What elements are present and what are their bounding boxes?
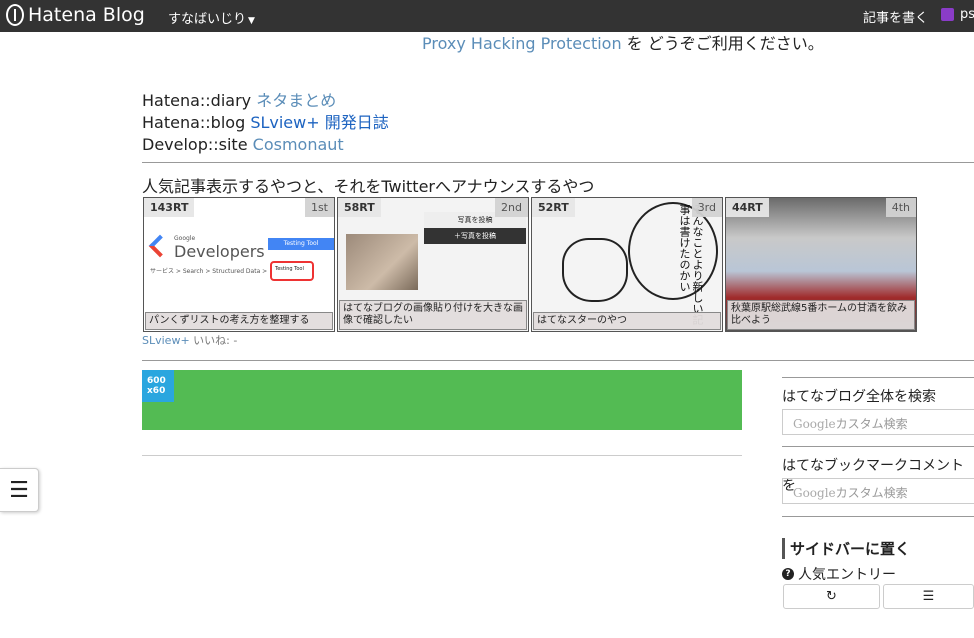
list-icon: ☰: [922, 589, 935, 604]
card-caption: はてなスターのやつ: [533, 312, 721, 330]
popular-entries-label: 人気エントリー: [798, 567, 896, 583]
refresh-icon: ↻: [826, 589, 837, 604]
popular-section-title: 人気記事表示するやつと、それをTwitterへアナウンスするやつ: [142, 177, 595, 196]
card-caption: 秋葉原駅総武線5番ホームの甘酒を飲み比べよう: [727, 300, 915, 330]
write-article-link[interactable]: 記事を書く: [863, 7, 928, 26]
highlight-box: Testing Tool: [270, 261, 314, 281]
divider: [782, 446, 974, 447]
brand-text: Hatena Blog: [28, 4, 145, 26]
thumb-text: サービス > Search > Structured Data >: [150, 268, 268, 275]
slview-footer: SLview+ いいね: -: [142, 332, 237, 348]
site-links: Hatena::diary ネタまとめ Hatena::blog SLview+…: [142, 90, 389, 156]
user-menu[interactable]: ps: [941, 7, 974, 22]
thumb-text: Testing Tool: [268, 238, 334, 250]
sidebar-place-heading: サイドバーに置く: [782, 538, 910, 559]
bookmark-search-input[interactable]: Googleカスタム検索: [782, 478, 974, 504]
divider: [782, 377, 974, 378]
rt-count: 143RT: [144, 198, 195, 217]
popular-card[interactable]: 写真を投稿 ＋写真を投稿 58RT 2nd はてなブログの画像貼り付けを大きな画…: [337, 197, 529, 332]
search-all-title: はてなブログ全体を検索: [782, 389, 936, 405]
rt-count: 52RT: [532, 198, 575, 217]
question-icon: ?: [782, 568, 794, 580]
notice-text: を どうぞご利用ください。: [621, 34, 824, 53]
hatena-logo-icon: [6, 4, 24, 26]
likes-text: いいね: -: [189, 334, 238, 347]
thumb-text: Developers: [174, 242, 265, 261]
divider: [142, 455, 742, 456]
blog-name: すなばいじり: [168, 12, 247, 27]
rank-label: 4th: [885, 198, 916, 217]
link-prefix: Develop::site: [142, 135, 253, 154]
google-brand: Google: [793, 486, 836, 500]
rt-count: 44RT: [726, 198, 769, 217]
neta-matome-link[interactable]: ネタまとめ: [256, 91, 336, 110]
link-row-blog: Hatena::blog SLview+ 開発日誌: [142, 112, 389, 134]
link-row-site: Develop::site Cosmonaut: [142, 134, 389, 156]
divider: [782, 516, 974, 517]
divider: [142, 162, 974, 163]
ad-size-height: x60: [147, 386, 166, 396]
manga-face: [562, 238, 628, 302]
card-caption: パンくずリストの考え方を整理する: [145, 312, 333, 330]
rank-label: 3rd: [691, 198, 722, 217]
cosmonaut-link[interactable]: Cosmonaut: [253, 135, 344, 154]
hamburger-menu-button[interactable]: ☰: [0, 468, 39, 512]
hamburger-menu-icon: ☰: [9, 477, 29, 503]
refresh-button[interactable]: ↻: [783, 584, 880, 609]
ad-size-width: 600: [147, 376, 166, 386]
rank-label: 2nd: [495, 198, 528, 217]
list-view-button[interactable]: ☰: [883, 584, 974, 609]
divider: [142, 360, 974, 361]
popular-card[interactable]: そんなことより新しい記事は書けたのかい 52RT 3rd はてなスターのやつ: [531, 197, 723, 332]
chevron-logo-icon: [150, 236, 168, 254]
google-brand: Google: [793, 417, 836, 431]
thumb-text: Testing Tool: [275, 266, 304, 272]
popular-card[interactable]: Google Developers Testing Tool サービス > Se…: [143, 197, 335, 332]
thumb-text: ＋写真を投稿: [424, 228, 526, 244]
link-prefix: Hatena::blog: [142, 113, 251, 132]
popular-entries-row[interactable]: ? 人気エントリー: [782, 564, 896, 584]
user-name: ps: [960, 7, 974, 22]
popular-card[interactable]: 44RT 4th 秋葉原駅総武線5番ホームの甘酒を飲み比べよう: [725, 197, 917, 332]
blog-search-input[interactable]: Googleカスタム検索: [782, 409, 974, 435]
link-prefix: Hatena::diary: [142, 91, 257, 110]
link-row-diary: Hatena::diary ネタまとめ: [142, 90, 389, 112]
rt-count: 58RT: [338, 198, 381, 217]
popular-cards: Google Developers Testing Tool サービス > Se…: [143, 197, 917, 332]
ad-size-tag: 600 x60: [142, 370, 174, 402]
user-avatar-icon: [941, 8, 954, 21]
ad-banner[interactable]: 600 x60: [142, 370, 742, 430]
rank-label: 1st: [304, 198, 334, 217]
caret-down-icon: ▼: [248, 16, 255, 26]
cat-photo: [346, 234, 418, 290]
search-placeholder: カスタム検索: [835, 417, 908, 431]
notice-line: Proxy Hacking Protection を どうぞご利用ください。: [422, 30, 824, 54]
card-caption: はてなブログの画像貼り付けを大きな画像で確認したい: [339, 300, 527, 330]
top-bar: Hatena Blog すなばいじり ▼ 記事を書く ps: [0, 0, 974, 32]
blog-selector[interactable]: すなばいじり ▼: [168, 8, 255, 27]
hatena-blog-logo[interactable]: Hatena Blog: [6, 4, 145, 26]
proxy-protection-link[interactable]: Proxy Hacking Protection: [422, 34, 622, 53]
slview-diary-link[interactable]: SLview+ 開発日誌: [250, 113, 388, 132]
search-placeholder: カスタム検索: [835, 486, 908, 500]
slview-link[interactable]: SLview+: [142, 334, 190, 347]
google-developers-logo: Google Developers: [150, 232, 265, 261]
